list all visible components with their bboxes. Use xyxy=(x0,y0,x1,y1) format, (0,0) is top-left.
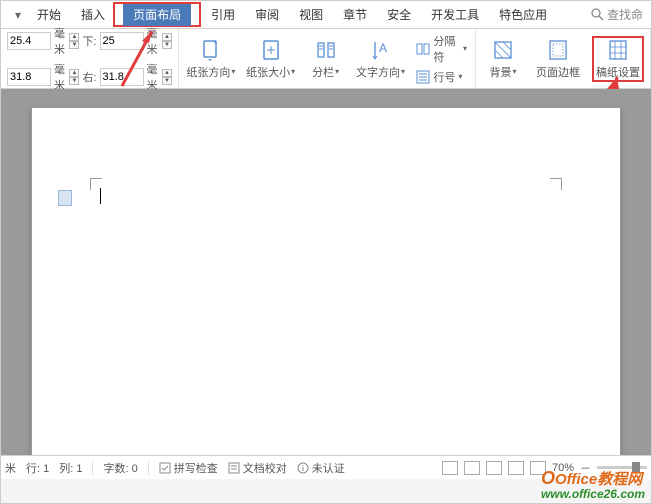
status-spellcheck[interactable]: 拼写检查 xyxy=(159,460,218,476)
view-mode-outline[interactable] xyxy=(508,461,524,475)
line-numbers-icon xyxy=(416,70,430,84)
app-menu-dropdown[interactable]: ▾ xyxy=(9,8,27,22)
paper-size-button[interactable]: 纸张大小▾ xyxy=(245,36,297,82)
paragraph-mark-icon xyxy=(58,190,72,206)
tab-insert[interactable]: 插入 xyxy=(71,2,115,27)
margin-left-input[interactable] xyxy=(7,68,51,86)
margin-right-label: 右: xyxy=(82,69,96,85)
status-col[interactable]: 列: 1 xyxy=(59,460,82,476)
orientation-button[interactable]: 纸张方向▾ xyxy=(185,36,237,82)
tab-developer[interactable]: 开发工具 xyxy=(421,2,489,27)
text-direction-icon: A xyxy=(369,38,393,62)
margin-bottom-input[interactable] xyxy=(100,32,144,50)
search-box[interactable]: 查找命 xyxy=(583,6,651,23)
info-icon xyxy=(297,462,309,474)
spin-up[interactable]: ▲ xyxy=(69,33,79,41)
page-border-button[interactable]: 页面边框 xyxy=(532,36,584,82)
status-unverified[interactable]: 未认证 xyxy=(297,460,345,476)
unit-label: 毫米 xyxy=(147,25,159,57)
spin-down[interactable]: ▼ xyxy=(162,77,172,85)
status-proof[interactable]: 文档校对 xyxy=(228,460,287,476)
margin-top-input[interactable] xyxy=(7,32,51,50)
spellcheck-icon xyxy=(159,462,171,474)
spin-down[interactable]: ▼ xyxy=(69,41,79,49)
page-border-icon xyxy=(546,38,570,62)
watermark: OOffice教程网 www.office26.com xyxy=(541,468,645,501)
search-placeholder: 查找命 xyxy=(607,6,643,23)
manuscript-settings-button[interactable]: 稿纸设置 xyxy=(592,36,644,82)
unit-label: 毫米 xyxy=(54,61,66,93)
spin-up[interactable]: ▲ xyxy=(162,69,172,77)
search-icon xyxy=(591,8,604,21)
margin-corner-tr xyxy=(550,178,562,190)
svg-text:A: A xyxy=(379,41,387,55)
orientation-icon xyxy=(199,38,223,62)
columns-icon xyxy=(314,38,338,62)
margin-right-input[interactable] xyxy=(100,68,144,86)
status-line[interactable]: 行: 1 xyxy=(26,460,49,476)
unit-label: 毫米 xyxy=(54,25,66,57)
spin-down[interactable]: ▼ xyxy=(69,77,79,85)
breaks-button[interactable]: 分隔符▾ xyxy=(414,32,469,66)
tab-security[interactable]: 安全 xyxy=(377,2,421,27)
highlight-page-layout-tab: 页面布局 xyxy=(113,2,201,27)
tab-special[interactable]: 特色应用 xyxy=(489,2,557,27)
breaks-icon xyxy=(416,42,430,56)
page[interactable] xyxy=(31,107,621,457)
manuscript-icon xyxy=(606,38,630,62)
unit-label: 毫米 xyxy=(147,61,159,93)
tab-review[interactable]: 审阅 xyxy=(245,2,289,27)
paper-size-icon xyxy=(259,38,283,62)
text-direction-button[interactable]: A 文字方向▾ xyxy=(355,36,407,82)
spin-down[interactable]: ▼ xyxy=(162,41,172,49)
tab-references[interactable]: 引用 xyxy=(201,2,245,27)
status-wordcount[interactable]: 字数: 0 xyxy=(103,460,137,476)
tab-page-layout[interactable]: 页面布局 xyxy=(123,4,191,26)
background-button[interactable]: 背景▾ xyxy=(482,36,524,82)
view-mode-read[interactable] xyxy=(464,461,480,475)
line-numbers-button[interactable]: 行号▾ xyxy=(414,68,469,86)
ribbon: 毫米 ▲▼ 下: 毫米 ▲▼ 毫米 ▲▼ 右: 毫米 ▲▼ 纸张方向▾ xyxy=(1,29,651,89)
status-page[interactable]: 米 xyxy=(5,460,16,476)
tab-start[interactable]: 开始 xyxy=(27,2,71,27)
document-area[interactable] xyxy=(1,89,651,459)
proof-icon xyxy=(228,462,240,474)
spin-up[interactable]: ▲ xyxy=(69,69,79,77)
view-mode-print[interactable] xyxy=(442,461,458,475)
view-mode-web[interactable] xyxy=(486,461,502,475)
margin-inputs: 毫米 ▲▼ 下: 毫米 ▲▼ 毫米 ▲▼ 右: 毫米 ▲▼ xyxy=(1,29,179,88)
tab-view[interactable]: 视图 xyxy=(289,2,333,27)
text-cursor xyxy=(100,188,101,204)
spin-up[interactable]: ▲ xyxy=(162,33,172,41)
margin-bottom-label: 下: xyxy=(82,33,96,49)
background-icon xyxy=(491,38,515,62)
tab-chapter[interactable]: 章节 xyxy=(333,2,377,27)
columns-button[interactable]: 分栏▾ xyxy=(305,36,347,82)
